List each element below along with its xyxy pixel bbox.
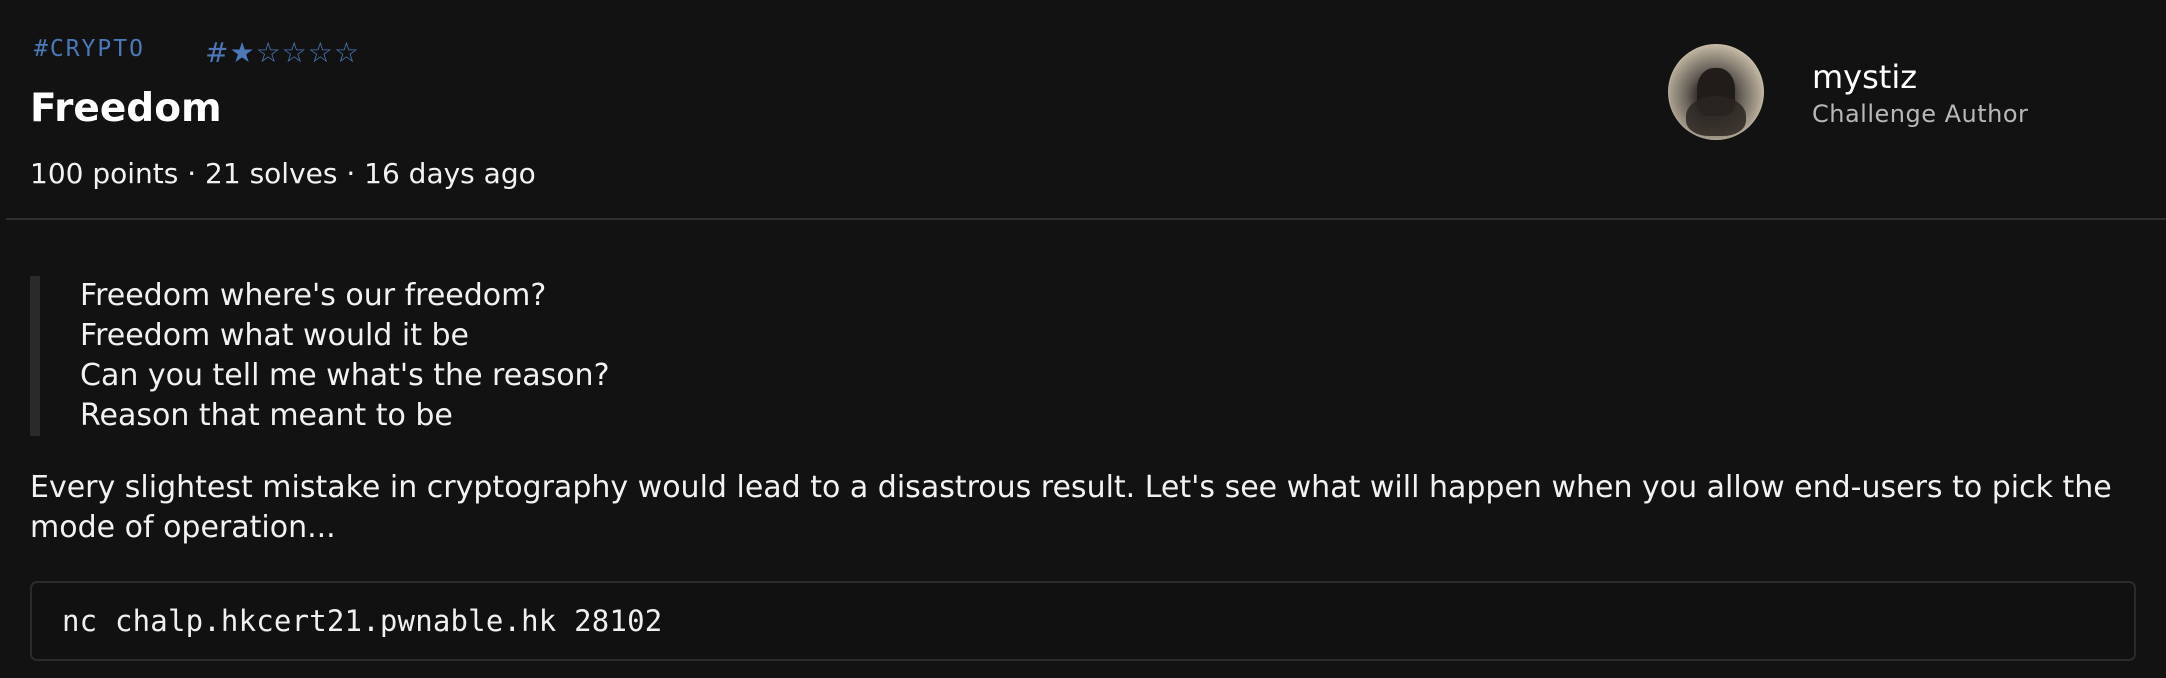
connection-command[interactable]: nc chalp.hkcert21.pwnable.hk 28102 xyxy=(62,604,662,638)
quote-line: Reason that meant to be xyxy=(80,398,453,433)
quote-bar xyxy=(30,276,40,436)
header-divider xyxy=(6,218,2166,220)
quote-lines: Freedom where's our freedom? Freedom wha… xyxy=(80,276,610,436)
difficulty-rating: #★☆☆☆☆ xyxy=(205,36,360,69)
quote-block: Freedom where's our freedom? Freedom wha… xyxy=(30,276,650,436)
quote-line: Freedom what would it be xyxy=(80,318,470,353)
quote-line: Freedom where's our freedom? xyxy=(80,278,547,313)
challenge-meta: 100 points · 21 solves · 16 days ago xyxy=(30,157,536,190)
connection-command-box[interactable]: nc chalp.hkcert21.pwnable.hk 28102 xyxy=(30,581,2136,661)
author-role: Challenge Author xyxy=(1812,100,2029,128)
challenge-description: Every slightest mistake in cryptography … xyxy=(30,470,2112,545)
author-card: mystiz Challenge Author xyxy=(1668,44,2118,154)
challenge-header: #CRYPTO #★☆☆☆☆ Freedom 100 points · 21 s… xyxy=(0,0,2166,220)
quote-line: Can you tell me what's the reason? xyxy=(80,358,610,393)
author-name: mystiz xyxy=(1812,58,1918,96)
challenge-title: Freedom xyxy=(30,86,222,131)
category-tag: #CRYPTO xyxy=(34,36,145,62)
author-avatar xyxy=(1668,44,1764,140)
